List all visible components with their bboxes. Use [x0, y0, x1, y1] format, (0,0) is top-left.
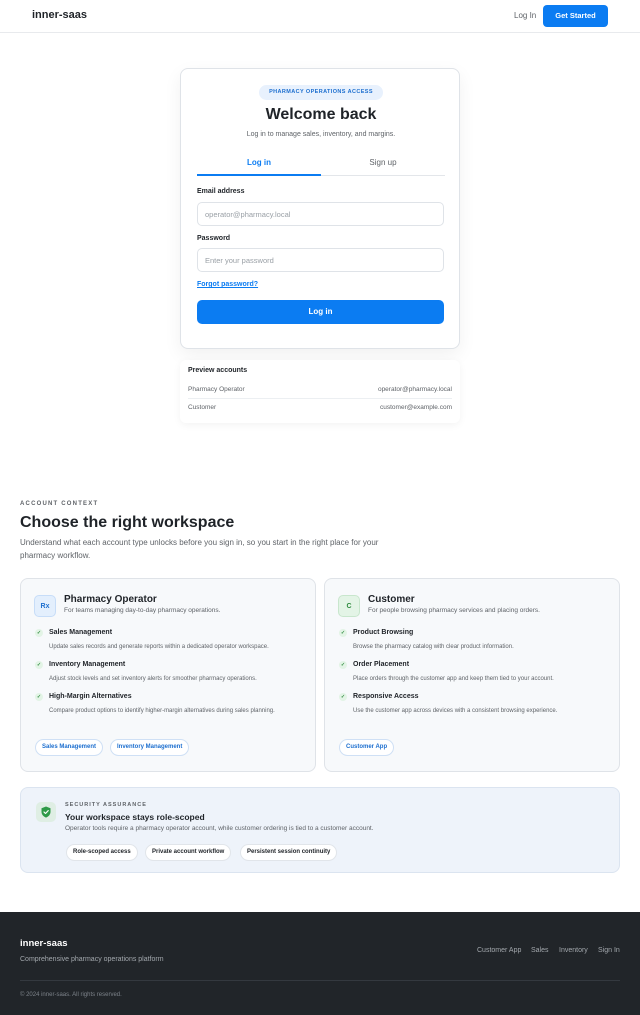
- rx-icon: Rx: [34, 595, 56, 617]
- role-card-operator: Rx Pharmacy Operator For teams managing …: [20, 578, 316, 772]
- preview-account-row[interactable]: Pharmacy Operator operator@pharmacy.loca…: [188, 382, 452, 399]
- password-label: Password: [197, 235, 231, 242]
- feature-name: High-Margin Alternatives: [49, 693, 132, 700]
- feature-description: Update sales records and generate report…: [49, 644, 269, 650]
- role-subtitle: For teams managing day-to-day pharmacy o…: [64, 607, 221, 614]
- role-card-customer: C Customer For people browsing pharmacy …: [324, 578, 620, 772]
- check-icon: ✓: [339, 693, 347, 701]
- tab-login[interactable]: Log in: [197, 158, 321, 167]
- nav-login-link[interactable]: Log In: [514, 11, 536, 20]
- feature-description: Place orders through the customer app an…: [353, 676, 554, 682]
- password-field[interactable]: [197, 248, 444, 272]
- footer-divider: [20, 980, 620, 981]
- access-badge: PHARMACY OPERATIONS ACCESS: [259, 85, 383, 100]
- auth-tabs: Log in Sign up: [197, 152, 445, 176]
- footer-link-inventory[interactable]: Inventory: [559, 947, 588, 954]
- login-submit-button[interactable]: Log in: [197, 300, 444, 324]
- feature-description: Compare product options to identify high…: [49, 708, 275, 714]
- feature-name: Inventory Management: [49, 661, 126, 668]
- feature-name: Sales Management: [49, 629, 113, 636]
- role-name: Customer: [368, 594, 415, 605]
- check-icon: ✓: [35, 693, 43, 701]
- footer: inner-saas Comprehensive pharmacy operat…: [0, 912, 640, 1015]
- top-navbar: inner-saas Log In Get Started: [0, 0, 640, 33]
- footer-link-sales[interactable]: Sales: [531, 947, 549, 954]
- role-name: Pharmacy Operator: [64, 594, 157, 605]
- preview-accounts-panel: Preview accounts Pharmacy Operator opera…: [180, 360, 460, 423]
- auth-subtitle: Log in to manage sales, inventory, and m…: [246, 131, 396, 138]
- role-subtitle: For people browsing pharmacy services an…: [368, 607, 540, 614]
- feature-name: Order Placement: [353, 661, 410, 668]
- context-title: Choose the right workspace: [20, 514, 235, 531]
- security-assurance-panel: SECURITY ASSURANCE Your workspace stays …: [20, 787, 620, 873]
- pill-persistent-session: Persistent session continuity: [240, 844, 338, 861]
- check-icon: ✓: [35, 661, 43, 669]
- preview-account-role: Customer: [188, 404, 217, 411]
- feature-description: Use the customer app across devices with…: [353, 708, 558, 714]
- feature-name: Product Browsing: [353, 629, 414, 636]
- shield-check-icon: [36, 802, 56, 822]
- footer-copyright: © 2024 inner-saas. All rights reserved.: [20, 992, 122, 998]
- chip-inventory-management[interactable]: Inventory Management: [110, 739, 190, 756]
- brand-logo[interactable]: inner-saas: [32, 9, 87, 21]
- feature-name: Responsive Access: [353, 693, 419, 700]
- check-icon: ✓: [339, 661, 347, 669]
- feature-description: Adjust stock levels and set inventory al…: [49, 676, 257, 682]
- footer-link-customer-app[interactable]: Customer App: [477, 947, 521, 954]
- check-icon: ✓: [35, 629, 43, 637]
- email-label: Email address: [197, 188, 245, 195]
- chip-customer-app[interactable]: Customer App: [339, 739, 395, 756]
- footer-tagline: Comprehensive pharmacy operations platfo…: [20, 956, 164, 963]
- tab-signup[interactable]: Sign up: [321, 158, 445, 167]
- forgot-password-link[interactable]: Forgot password?: [197, 281, 258, 288]
- feature-description: Browse the pharmacy catalog with clear p…: [353, 644, 514, 650]
- preview-account-email: customer@example.com: [380, 404, 452, 411]
- chip-sales-management[interactable]: Sales Management: [35, 739, 104, 756]
- pill-role-scoped-access: Role-scoped access: [66, 844, 138, 861]
- footer-link-sign-in[interactable]: Sign In: [598, 947, 620, 954]
- preview-account-role: Pharmacy Operator: [188, 386, 245, 393]
- security-description: Operator tools require a pharmacy operat…: [65, 825, 374, 832]
- preview-account-row[interactable]: Customer customer@example.com: [188, 400, 452, 417]
- footer-brand: inner-saas: [20, 938, 68, 949]
- preview-title: Preview accounts: [188, 367, 248, 374]
- check-icon: ✓: [339, 629, 347, 637]
- context-eyebrow: ACCOUNT CONTEXT: [20, 501, 99, 507]
- pill-private-account-workflow: Private account workflow: [145, 844, 232, 861]
- customer-icon: C: [338, 595, 360, 617]
- active-tab-indicator: [197, 174, 321, 176]
- security-title: Your workspace stays role-scoped: [65, 812, 205, 822]
- auth-card: PHARMACY OPERATIONS ACCESS Welcome back …: [180, 68, 460, 349]
- security-eyebrow: SECURITY ASSURANCE: [65, 802, 147, 808]
- get-started-button[interactable]: Get Started: [543, 5, 608, 27]
- preview-account-email: operator@pharmacy.local: [377, 386, 452, 393]
- email-field[interactable]: [197, 202, 444, 226]
- page-title: Welcome back: [265, 106, 377, 123]
- context-description: Understand what each account type unlock…: [20, 538, 379, 560]
